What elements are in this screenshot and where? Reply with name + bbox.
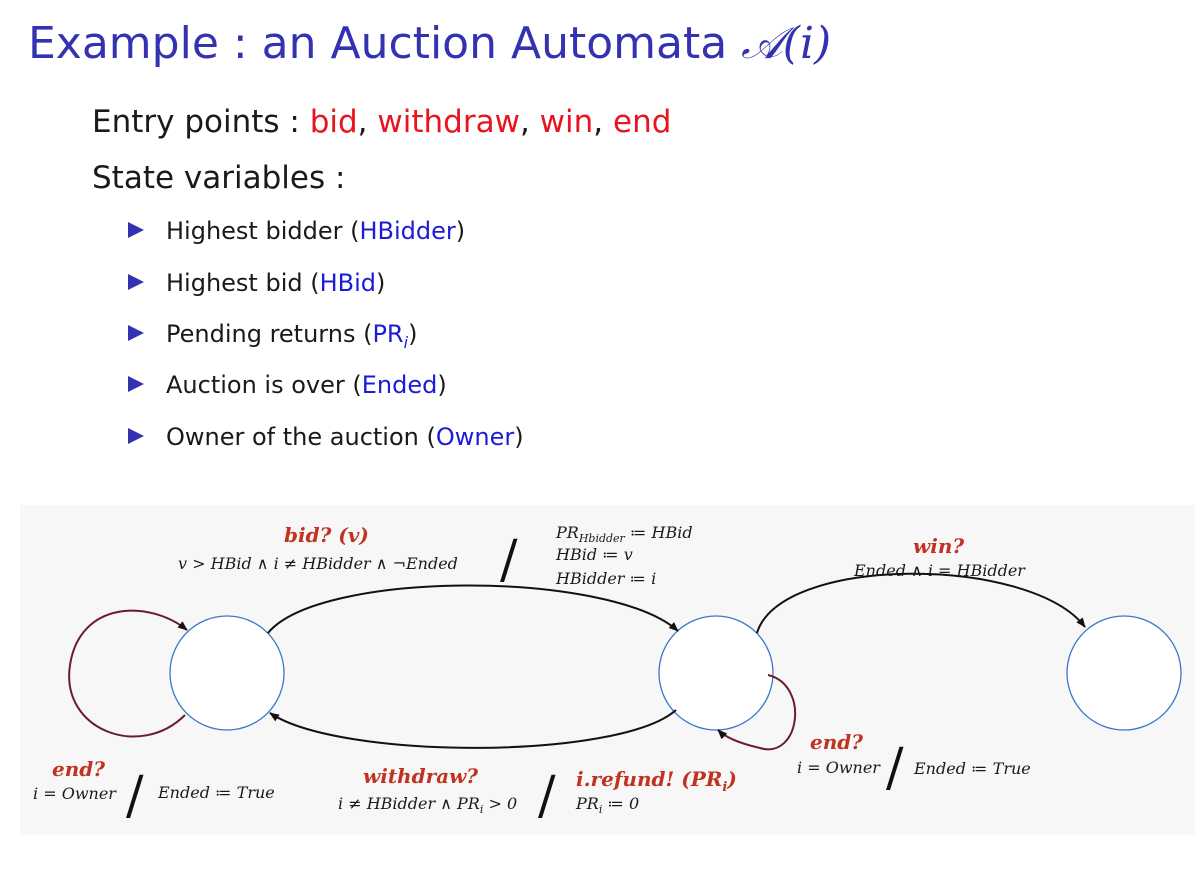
bullet-triangle-icon xyxy=(128,325,144,341)
end-right-event-label: end? xyxy=(810,730,863,754)
end-right-action-label: Ended ≔ True xyxy=(913,759,1031,778)
bullet-triangle-icon xyxy=(128,428,144,444)
bid-transition-arrow xyxy=(267,584,679,634)
entry-end: end xyxy=(613,104,672,140)
state-bidding xyxy=(658,615,774,731)
state-var-close: ) xyxy=(408,320,418,348)
state-variables-label: State variables : xyxy=(92,160,346,196)
state-var-text: Highest bidder ( xyxy=(166,217,360,245)
withdraw-event-label: withdraw? xyxy=(363,764,478,788)
bid-action-2: HBid ≔ v xyxy=(555,545,633,564)
withdraw-action-label: PRi ≔ 0 xyxy=(575,794,639,816)
title-text: Example : an Auction Automata xyxy=(28,18,742,69)
entry-win: win xyxy=(539,104,594,140)
state-var-pr: Pending returns (PRi) xyxy=(128,320,417,352)
automaton-diagram: bid? (v) v > HBid ∧ i ≠ HBidder ∧ ¬Ended… xyxy=(20,505,1195,835)
state-won xyxy=(1066,615,1182,731)
entry-withdraw: withdraw xyxy=(377,104,520,140)
end-right-slash: / xyxy=(886,738,904,798)
state-var-code: HBid xyxy=(319,269,377,297)
win-event-label: win? xyxy=(913,534,964,558)
state-var-ended: Auction is over (Ended) xyxy=(128,371,447,399)
state-var-owner: Owner of the auction (Owner) xyxy=(128,423,524,451)
automaton-svg: bid? (v) v > HBid ∧ i ≠ HBidder ∧ ¬Ended… xyxy=(33,523,1182,826)
win-guard-label: Ended ∧ i = HBidder xyxy=(853,561,1026,580)
refund-output-label: i.refund! (PRi) xyxy=(576,767,737,795)
state-var-code: Ended xyxy=(361,371,438,399)
entry-bid: bid xyxy=(309,104,358,140)
state-var-hbid: Highest bid (HBid) xyxy=(128,269,385,297)
state-var-code: Owner xyxy=(435,423,515,451)
entry-sep-3: , xyxy=(593,104,613,140)
end-right-guard-label: i = Owner xyxy=(797,758,881,777)
state-var-text: Pending returns ( xyxy=(166,320,373,348)
bid-guard-label: v > HBid ∧ i ≠ HBidder ∧ ¬Ended xyxy=(178,554,458,573)
state-var-text: Owner of the auction ( xyxy=(166,423,436,451)
end-left-slash: / xyxy=(126,766,144,826)
page-title: Example : an Auction Automata 𝒜(i) xyxy=(28,18,831,69)
state-var-hbidder: Highest bidder (HBidder) xyxy=(128,217,465,245)
win-transition-arrow xyxy=(756,572,1086,634)
withdraw-guard-label: i ≠ HBidder ∧ PRi > 0 xyxy=(338,794,517,816)
bullet-triangle-icon xyxy=(128,376,144,392)
state-var-close: ) xyxy=(376,269,386,297)
end-left-event-label: end? xyxy=(52,757,105,781)
entry-sep-2: , xyxy=(519,104,540,140)
bid-event-label: bid? (v) xyxy=(284,523,369,547)
bid-slash: / xyxy=(500,530,518,590)
bid-action-3: HBidder ≔ i xyxy=(555,569,656,588)
entry-points-line: Entry points : bid, withdraw, win, end xyxy=(92,104,671,140)
entry-points-label: Entry points : xyxy=(92,104,310,140)
state-var-close: ) xyxy=(514,423,524,451)
state-var-code: PR xyxy=(372,320,404,348)
end-left-action-label: Ended ≔ True xyxy=(157,783,275,802)
state-var-close: ) xyxy=(455,217,466,245)
entry-sep-1: , xyxy=(357,104,378,140)
title-math: 𝒜(i) xyxy=(741,18,832,69)
state-var-close: ) xyxy=(437,371,447,399)
state-initial xyxy=(169,615,285,731)
withdraw-transition-arrow xyxy=(269,709,677,749)
end-self-loop-left xyxy=(68,609,188,738)
state-var-text: Auction is over ( xyxy=(166,371,362,399)
bullet-triangle-icon xyxy=(128,274,144,290)
end-left-guard-label: i = Owner xyxy=(33,784,117,803)
withdraw-slash: / xyxy=(538,766,556,826)
bullet-triangle-icon xyxy=(128,222,144,238)
state-var-code: HBidder xyxy=(359,217,456,245)
state-var-text: Highest bid ( xyxy=(166,269,320,297)
bid-action-1: PRHbidder ≔ HBid xyxy=(555,523,693,545)
